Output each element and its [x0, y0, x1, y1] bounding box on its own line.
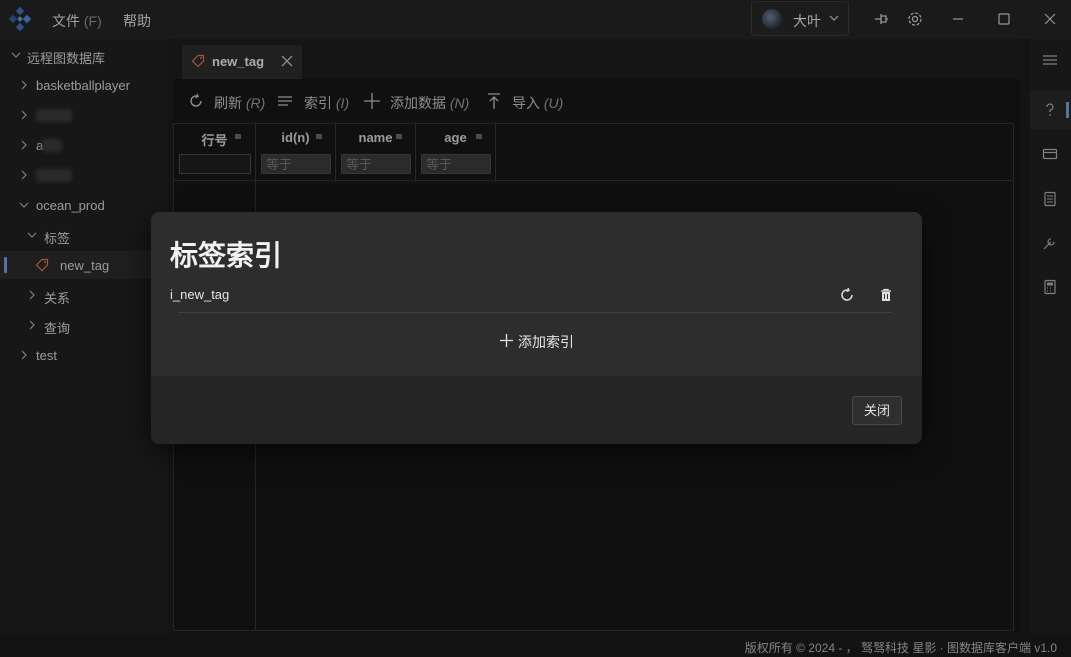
trash-icon[interactable]	[876, 285, 896, 305]
tag-index-dialog: 标签索引 i_new_tag 添加索引 关闭	[151, 212, 922, 444]
index-name: i_new_tag	[170, 287, 230, 302]
index-divider	[178, 312, 892, 313]
index-row: i_new_tag	[170, 284, 903, 312]
add-index-label: 添加索引	[518, 334, 574, 350]
dialog-footer: 关闭	[151, 376, 922, 444]
plus-icon	[500, 334, 513, 347]
rebuild-index-icon[interactable]	[837, 285, 857, 305]
dialog-title: 标签索引	[170, 240, 283, 271]
close-button[interactable]: 关闭	[852, 396, 902, 425]
